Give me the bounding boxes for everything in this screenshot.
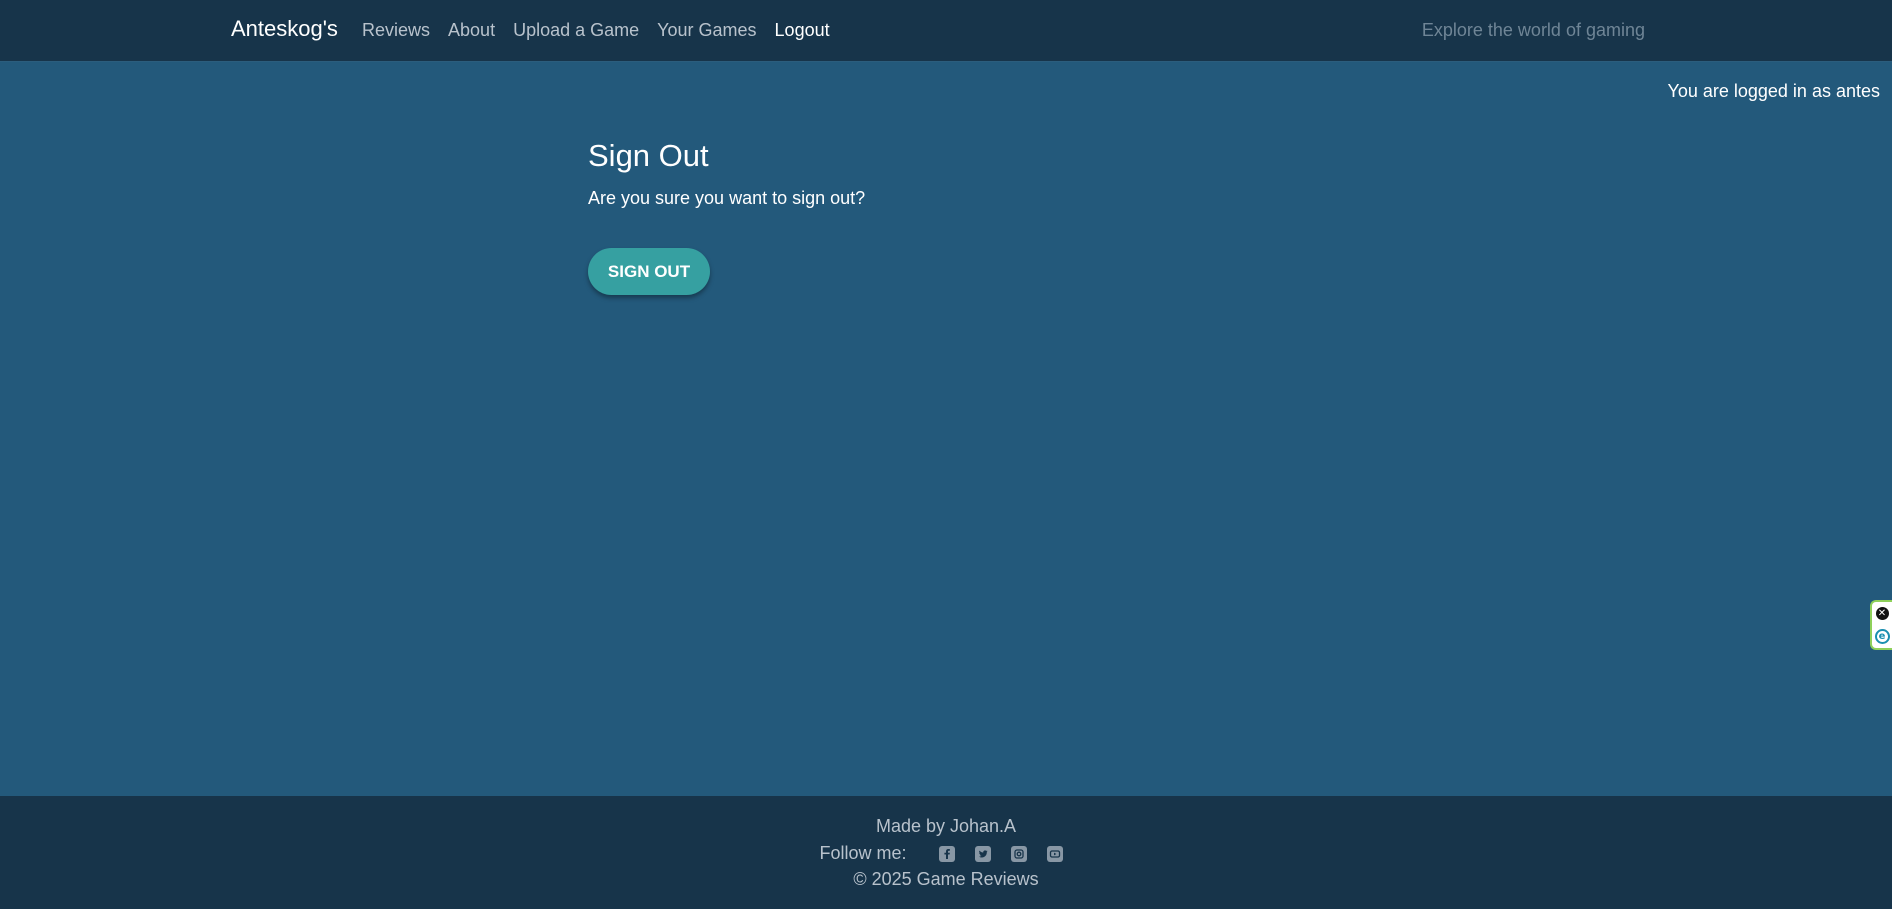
youtube-icon[interactable] [1046, 845, 1063, 862]
navbar-tagline: Explore the world of gaming [1421, 20, 1645, 40]
signout-content: Sign Out Are you sure you want to sign o… [588, 138, 865, 209]
twitter-icon[interactable] [974, 845, 991, 862]
extension-logo-icon[interactable]: e [1874, 628, 1890, 644]
login-status: You are logged in as antes [1667, 81, 1880, 101]
instagram-icon[interactable] [1010, 845, 1027, 862]
nav-link-about[interactable]: About [448, 20, 495, 41]
made-by-text: Made by Johan.A [875, 816, 1017, 836]
nav-link-your-games[interactable]: Your Games [657, 20, 756, 41]
follow-row: Follow me: [0, 843, 1892, 864]
follow-label: Follow me: [819, 843, 907, 863]
copyright-text: © 2025 Game Reviews [853, 869, 1039, 889]
navbar: Anteskog's Reviews About Upload a Game Y… [0, 0, 1892, 62]
nav-link-upload-game[interactable]: Upload a Game [513, 20, 639, 41]
signout-question: Are you sure you want to sign out? [588, 188, 866, 208]
nav-link-logout[interactable]: Logout [775, 20, 830, 41]
extension-widget[interactable]: ✕ e [1870, 600, 1892, 650]
page-title: Sign Out [588, 138, 709, 173]
facebook-icon[interactable] [938, 845, 955, 862]
brand-link[interactable]: Anteskog's [231, 16, 338, 42]
footer: Made by Johan.A Follow me: © 2025 Game R… [0, 796, 1892, 909]
nav-link-reviews[interactable]: Reviews [362, 20, 430, 41]
close-icon[interactable]: ✕ [1875, 606, 1889, 620]
sign-out-button[interactable]: SIGN OUT [588, 248, 710, 295]
nav-links: Reviews About Upload a Game Your Games L… [362, 20, 848, 41]
